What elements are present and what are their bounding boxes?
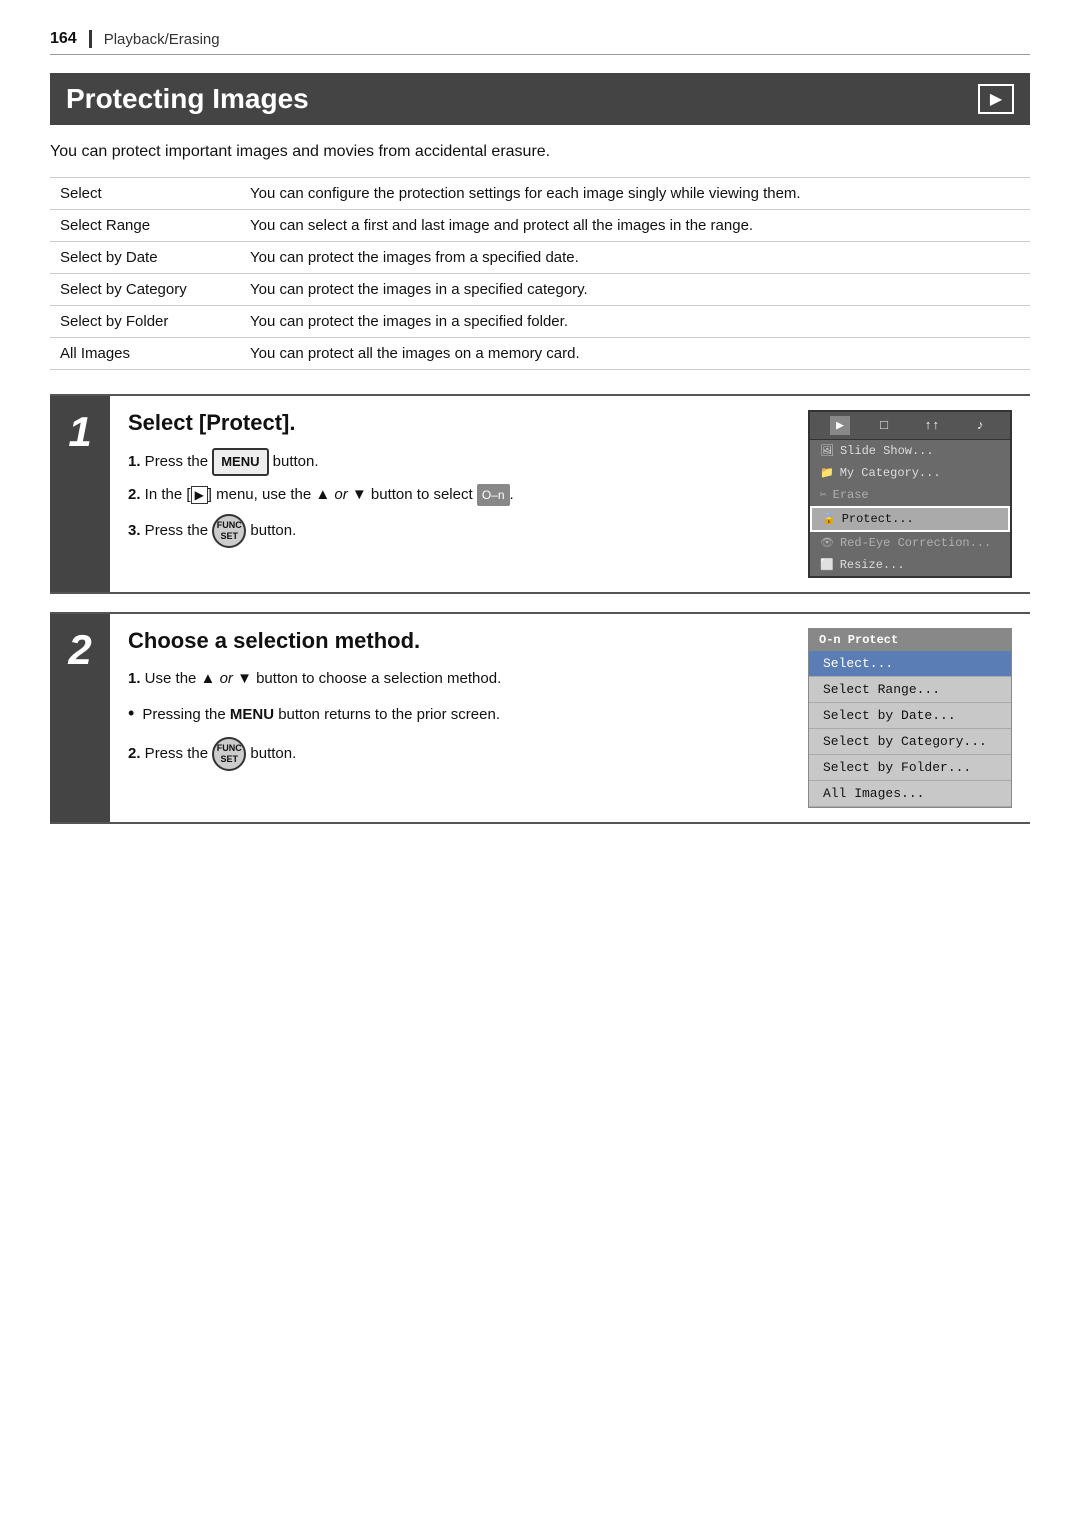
step-2-title: Choose a selection method. (128, 628, 792, 654)
protect-icon-inline: O–n (477, 484, 510, 506)
slideshow-label: Slide Show... (840, 444, 934, 458)
resize-label: Resize... (840, 558, 905, 572)
protect-menu-icon: 🔒 (822, 512, 836, 526)
erase-label: Erase (833, 488, 869, 502)
bullet-dot: • (128, 702, 134, 725)
protect-menu-item: Select... (809, 651, 1011, 677)
menu-item-erase: ✂ Erase (810, 484, 1010, 506)
resize-icon: ⬜ (820, 558, 834, 572)
table-row: Select by FolderYou can protect the imag… (50, 306, 1030, 338)
table-cell-desc: You can configure the protection setting… (240, 178, 1030, 210)
table-row: Select RangeYou can select a first and l… (50, 210, 1030, 242)
menu-button: MENU (212, 448, 268, 476)
protect-menu-title: O-n Protect (809, 629, 1011, 651)
step-1-content: Select [Protect]. 1. Press the MENU butt… (110, 396, 1030, 592)
func-set-button-2: FUNCSET (212, 737, 246, 771)
section-label: Playback/Erasing (104, 31, 220, 48)
mycategory-label: My Category... (840, 466, 941, 480)
protect-menu-item: Select by Category... (809, 729, 1011, 755)
protect-submenu: O-n Protect Select...Select Range...Sele… (808, 628, 1012, 808)
table-cell-desc: You can protect the images in a specifie… (240, 274, 1030, 306)
step-1-image-col: ▶ □ ↑↑ ♪ 🖼 Slide Show... 📁 My Category..… (792, 410, 1012, 578)
step-1-menu-screenshot: ▶ □ ↑↑ ♪ 🖼 Slide Show... 📁 My Category..… (808, 410, 1012, 578)
step-1-number: 1 (50, 396, 110, 592)
table-cell-label: Select (50, 178, 240, 210)
menu-items-list: 🖼 Slide Show... 📁 My Category... ✂ Erase (810, 440, 1010, 576)
step-1-instruction-3: 3. Press the FUNCSET button. (128, 514, 792, 548)
menu-item-resize: ⬜ Resize... (810, 554, 1010, 576)
step-1-instructions: 1. Press the MENU button. 2. In the [▶] … (128, 448, 792, 548)
menu-top-bar: ▶ □ ↑↑ ♪ (810, 412, 1010, 440)
protect-menu-items-list: Select...Select Range...Select by Date..… (809, 651, 1011, 807)
page-container: 164 Playback/Erasing Protecting Images ▶… (0, 0, 1080, 1521)
protect-menu-item: Select Range... (809, 677, 1011, 703)
step-2-image-col: O-n Protect Select...Select Range...Sele… (792, 628, 1012, 808)
tab-sound: ♪ (970, 416, 990, 435)
tab-box: □ (874, 416, 894, 435)
protect-menu-item: Select by Date... (809, 703, 1011, 729)
intro-text: You can protect important images and mov… (50, 143, 1030, 161)
erase-icon: ✂ (820, 488, 827, 502)
step-2-content: Choose a selection method. 1. Use the ▲ … (110, 614, 1030, 822)
menu-item-slideshow: 🖼 Slide Show... (810, 440, 1010, 462)
playback-bracket-icon: ▶ (191, 486, 208, 504)
tab-playback: ▶ (830, 416, 850, 435)
table-cell-desc: You can protect all the images on a memo… (240, 338, 1030, 370)
step-2-text-col: Choose a selection method. 1. Use the ▲ … (128, 628, 792, 777)
step-2-number: 2 (50, 614, 110, 822)
step-1-block: 1 Select [Protect]. 1. Press the MENU bu… (50, 394, 1030, 594)
step-1-instruction-2: 2. In the [▶] menu, use the ▲ or ▼ butto… (128, 482, 792, 508)
step-1-instruction-1: 1. Press the MENU button. (128, 448, 792, 476)
table-row: Select by CategoryYou can protect the im… (50, 274, 1030, 306)
table-cell-label: Select by Date (50, 242, 240, 274)
step-2-instruction-1: 1. Use the ▲ or ▼ button to choose a sel… (128, 666, 792, 692)
step-2-bullet: • Pressing the MENU button returns to th… (128, 702, 792, 728)
redeye-icon: 👁 (820, 536, 834, 550)
table-row: SelectYou can configure the protection s… (50, 178, 1030, 210)
redeye-label: Red-Eye Correction... (840, 536, 991, 550)
info-table: SelectYou can configure the protection s… (50, 177, 1030, 370)
menu-item-protect: 🔒 Protect... (810, 506, 1010, 532)
menu-item-redeye: 👁 Red-Eye Correction... (810, 532, 1010, 554)
step-1-text-col: Select [Protect]. 1. Press the MENU butt… (128, 410, 792, 554)
table-cell-label: Select by Category (50, 274, 240, 306)
step-1-title: Select [Protect]. (128, 410, 792, 436)
protect-menu-item: Select by Folder... (809, 755, 1011, 781)
protect-menu-label: Protect... (842, 512, 914, 526)
func-set-button-1: FUNCSET (212, 514, 246, 548)
mycategory-icon: 📁 (820, 466, 834, 480)
playback-icon-box: ▶ (978, 84, 1014, 114)
title-section: Protecting Images ▶ (50, 73, 1030, 125)
main-title: Protecting Images (66, 83, 309, 115)
table-cell-desc: You can select a first and last image an… (240, 210, 1030, 242)
table-row: Select by DateYou can protect the images… (50, 242, 1030, 274)
menu-item-mycategory: 📁 My Category... (810, 462, 1010, 484)
page-number: 164 (50, 30, 92, 48)
table-cell-desc: You can protect the images from a specif… (240, 242, 1030, 274)
protect-menu-item: All Images... (809, 781, 1011, 807)
tab-arrows: ↑↑ (918, 416, 946, 435)
slideshow-icon: 🖼 (820, 444, 834, 458)
step-2-block: 2 Choose a selection method. 1. Use the … (50, 612, 1030, 824)
table-cell-label: Select Range (50, 210, 240, 242)
playback-icon: ▶ (990, 89, 1002, 109)
step-2-instruction-2: 2. Press the FUNCSET button. (128, 737, 792, 771)
table-cell-label: Select by Folder (50, 306, 240, 338)
page-header: 164 Playback/Erasing (50, 30, 1030, 55)
bullet-text: Pressing the MENU button returns to the … (142, 702, 500, 728)
step-2-instructions: 1. Use the ▲ or ▼ button to choose a sel… (128, 666, 792, 771)
table-cell-desc: You can protect the images in a specifie… (240, 306, 1030, 338)
table-row: All ImagesYou can protect all the images… (50, 338, 1030, 370)
table-cell-label: All Images (50, 338, 240, 370)
